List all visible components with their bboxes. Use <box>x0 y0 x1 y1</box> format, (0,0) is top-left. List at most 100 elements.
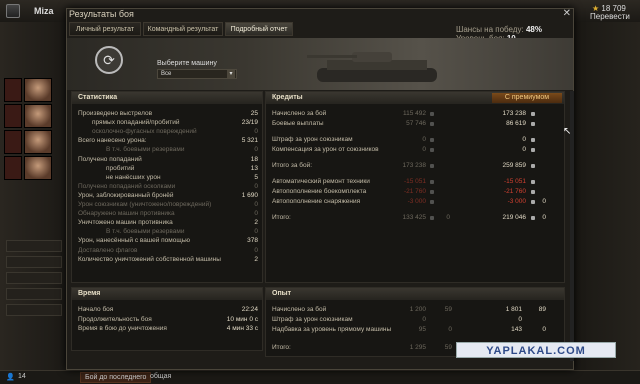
dialog-title: Результаты боя <box>69 9 134 19</box>
tab-team[interactable]: Командный результат <box>143 22 223 36</box>
credits-base-value: 115 492 <box>402 110 426 117</box>
players-online-icon: 👤 <box>6 374 15 381</box>
time-label: Продолжительность боя <box>78 315 152 323</box>
equipment-slot[interactable] <box>6 256 62 268</box>
chevron-down-icon: ▾ <box>227 70 235 78</box>
experience-label: Надбавка за уровень прямому машины <box>272 326 392 333</box>
time-panel: Время Начало боя 22:24 Продолжительность б… <box>71 287 263 351</box>
stat-value: 5 <box>254 173 258 181</box>
experience-base-free: 0 <box>448 326 452 333</box>
credit-icon <box>531 138 535 142</box>
stat-value: 2 <box>254 255 258 263</box>
stat-value: 2 <box>254 219 258 227</box>
bottom-bar: 👤 14 Бой до последнего общая <box>0 370 640 384</box>
experience-premium-value: 143 <box>511 326 522 333</box>
crew-badge <box>4 130 22 154</box>
credits-label: Автоматический ремонт техники <box>272 178 370 185</box>
equipment-slot[interactable] <box>6 288 62 300</box>
crew-avatar[interactable] <box>24 78 52 102</box>
time-value: 10 мин 0 с <box>226 315 258 323</box>
tab-detailed[interactable]: Подробный отчет <box>225 22 293 36</box>
experience-free-value: 0 <box>542 326 546 333</box>
game-client: Miza ★ 18 709 Перевести 👤 14 Бой до посл… <box>0 0 640 384</box>
close-icon[interactable]: ✕ <box>563 8 571 19</box>
experience-premium-value: 1 801 <box>505 306 522 313</box>
stat-label: Всего нанесено урона: <box>78 137 147 145</box>
stats-panel: Статистика Произведено выстрелов 25 прямых… <box>71 91 263 283</box>
stat-value: 25 <box>250 110 258 117</box>
stat-value: 5 321 <box>241 137 258 145</box>
credits-base-gold: 0 <box>446 214 450 221</box>
vehicle-select-value: Все <box>161 71 172 77</box>
credit-icon <box>531 112 535 116</box>
crew-avatar[interactable] <box>24 130 52 154</box>
tab-personal[interactable]: Личный результат <box>69 22 141 36</box>
equipment-slot[interactable] <box>6 240 62 252</box>
time-label: Начало боя <box>78 306 114 313</box>
credits-label: Автопополнение боекомплекта <box>272 188 367 195</box>
experience-base-value: 1 295 <box>409 344 426 351</box>
chance-label: Шансы на победу: <box>456 25 524 34</box>
stat-label: Получено попаданий <box>78 155 142 163</box>
stat-value: 378 <box>247 237 258 245</box>
time-value: 22:24 <box>241 306 258 313</box>
tank-icon <box>307 52 437 82</box>
credit-icon <box>531 180 535 184</box>
stat-value: 0 <box>254 201 258 208</box>
chat-channel[interactable]: общая <box>150 373 171 380</box>
credits-premium-value: 0 <box>522 136 526 143</box>
crew-avatar[interactable] <box>24 104 52 128</box>
choose-vehicle-label: Выберите машину <box>157 60 217 67</box>
credit-icon <box>430 138 434 142</box>
chance-value: 48% <box>525 25 542 34</box>
experience-premium-value: 0 <box>518 316 522 323</box>
refresh-icon[interactable]: ⟳ <box>95 46 123 74</box>
exchange-link[interactable]: Перевести <box>590 12 630 21</box>
stat-label: Урон союзникам (уничтожено/повреждений) <box>78 201 212 208</box>
vehicle-banner: ⟳ Выберите машину Все ▾ <box>67 38 573 90</box>
stat-label: пробитий <box>106 164 135 172</box>
experience-base-free: 59 <box>444 344 452 351</box>
credits-label: Начислено за бой <box>272 110 327 117</box>
stat-label: Урон, нанесённый с вашей помощью <box>78 237 190 245</box>
credits-base-value: 0 <box>422 136 426 143</box>
stat-label: Урон, заблокированный бронёй <box>78 191 174 199</box>
crew-avatar[interactable] <box>24 156 52 180</box>
equipment-slot[interactable] <box>6 304 62 316</box>
carousel-panel <box>572 22 640 372</box>
stat-label: прямых попаданий/пробитий <box>92 119 180 127</box>
credit-icon <box>430 180 434 184</box>
credits-base-value: -21 760 <box>403 188 426 195</box>
stats-header: Статистика <box>72 92 262 104</box>
credits-premium-value: 0 <box>522 146 526 153</box>
credits-label: Итого: <box>272 214 291 221</box>
vehicle-select[interactable]: Все ▾ <box>157 69 237 79</box>
credits-premium-value: 219 046 <box>502 214 527 221</box>
stat-value: 0 <box>254 228 258 236</box>
premium-header: С премиумом <box>492 93 562 103</box>
stat-value: 0 <box>254 246 258 254</box>
crew-badge <box>4 156 22 180</box>
credits-premium-value: -3 000 <box>507 198 526 205</box>
credits-label: Автопополнение снаряжения <box>272 198 361 205</box>
stat-label: не нанёсших урон <box>106 173 161 181</box>
player-nick: Miza <box>34 6 54 16</box>
players-count: 14 <box>18 373 26 380</box>
stat-value: 1 690 <box>241 191 258 199</box>
equipment-slot[interactable] <box>6 272 62 284</box>
credits-premium-value: 86 619 <box>506 120 526 127</box>
crew-badge <box>4 104 22 128</box>
stat-label: В т.ч. боевыми резервами <box>106 146 185 154</box>
stat-label: Количество уничтожений собственной машин… <box>78 255 221 263</box>
experience-label: Итого: <box>272 344 291 351</box>
stat-value: 0 <box>254 146 258 154</box>
credits-base-value: 57 746 <box>406 120 426 127</box>
stat-value: 0 <box>254 210 258 218</box>
time-label: Время в бою до уничтожения <box>78 325 167 332</box>
credits-base-value: -3 000 <box>407 198 426 205</box>
credits-label: Компенсация за урон от союзников <box>272 146 379 153</box>
battle-mode-button[interactable]: Бой до последнего <box>80 372 152 383</box>
stat-label: Произведено выстрелов <box>78 110 153 117</box>
experience-base-value: 1 200 <box>409 306 426 313</box>
time-value: 4 мин 33 с <box>226 325 258 332</box>
